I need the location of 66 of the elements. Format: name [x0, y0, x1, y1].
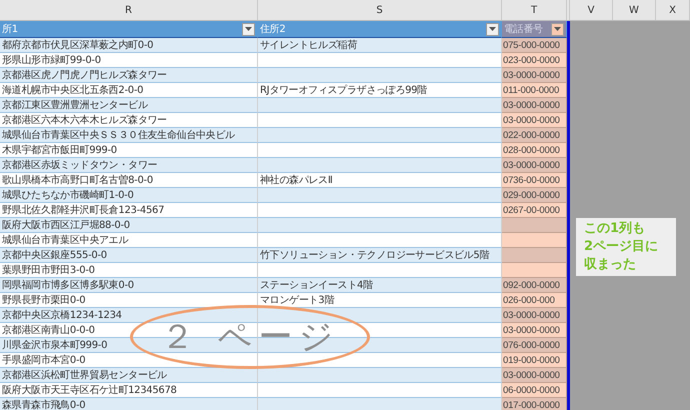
dropdown-arrow-icon — [554, 27, 561, 31]
table-cell: 歌山県橋本市高野口町名古曽8-0-0 — [0, 173, 258, 188]
table-cell — [502, 218, 567, 233]
dropdown-arrow-icon — [489, 27, 496, 31]
callout-text: この1列も — [584, 220, 646, 238]
table-cell: 森県青森市飛鳥0-0 — [0, 398, 258, 410]
table-cell: 神社の森パレスⅡ — [258, 173, 502, 188]
table-cell: 03-0000-0000 — [502, 308, 567, 323]
dropdown-arrow-icon — [245, 27, 252, 31]
filter-button[interactable] — [486, 22, 499, 36]
table-cell: 092-000-0000 — [502, 278, 567, 293]
table-cell: 03-0000-0000 — [502, 113, 567, 128]
table-cell: 京都中央区京橋1234-1234 — [0, 308, 258, 323]
table-cell: 03-0000-0000 — [502, 323, 567, 338]
table-cell: 026-000-000 — [502, 293, 567, 308]
table-cell: 城県仙台市青葉区中央ＳＳ３０住友生命仙台中央ビル — [0, 128, 258, 143]
table-cell: 京都江東区豊洲豊洲センタービル — [0, 98, 258, 113]
table-cell: マロンゲート3階 — [258, 293, 502, 308]
table-cell: 017-000-0000 — [502, 398, 567, 410]
table-cell: 岡県福岡市博多区博多駅東0-0 — [0, 278, 258, 293]
callout-text: 収まった — [584, 256, 637, 274]
table-cell: 京都中央区銀座555-0-0 — [0, 248, 258, 263]
table-cell: 葉県野田市野田3-0-0 — [0, 263, 258, 278]
table-cell: 03-0000-0000 — [502, 158, 567, 173]
table-cell: 023-000-0000 — [502, 53, 567, 68]
table-cell: 野県長野市栗田0-0 — [0, 293, 258, 308]
table-cell: 京都港区赤坂ミッドタウン・タワー — [0, 158, 258, 173]
table-cell: 03-0000-0000 — [502, 98, 567, 113]
callout-text: 2ページ目に — [584, 238, 660, 256]
table-cell — [502, 233, 567, 248]
table-cell: ステーションイースト4階 — [258, 278, 502, 293]
table-cell: RJタワーオフィスプラザさっぽろ99階 — [258, 83, 502, 98]
table-cell: 011-000-0000 — [502, 83, 567, 98]
header-label: 所1 — [2, 22, 18, 36]
table-cell: サイレントヒルズ稲荷 — [258, 38, 502, 53]
table-cell: 竹下ソリューション・テクノロジーサービスビル5階 — [258, 248, 502, 263]
table-cell: 075-000-0000 — [502, 38, 567, 53]
table-cell: 野県北佐久郡軽井沢町長倉123-4567 — [0, 203, 258, 218]
table-cell: 木県宇都宮市飯田町999-0 — [0, 143, 258, 158]
filter-button[interactable] — [242, 22, 255, 36]
filter-button[interactable] — [551, 22, 564, 36]
table-cell: 城県ひたちなか市磯崎町1-0-0 — [0, 188, 258, 203]
table-cell: 0736-00-0000 — [502, 173, 567, 188]
table-cell: 京都港区虎ノ門虎ノ門ヒルズ森タワー — [0, 68, 258, 83]
table-cell: 03-0000-0000 — [502, 68, 567, 83]
table-cell: 022-000-0000 — [502, 128, 567, 143]
table-cell: 阪府大阪市天王寺区石ケ辻町12345678 — [0, 383, 258, 398]
table-cell — [502, 248, 567, 263]
table-cell: 06-0000-0000 — [502, 383, 567, 398]
table-cell: 03-0000-0000 — [502, 368, 567, 383]
table-cell: 都府京都市伏見区深草薮之内町0-0 — [0, 38, 258, 53]
table-cell: 0267-00-0000 — [502, 203, 567, 218]
table-cell: 阪府大阪市西区江戸堀88-0-0 — [0, 218, 258, 233]
table-cell: 形県山形市緑町99-0-0 — [0, 53, 258, 68]
table-cell: 手県盛岡市本宮0-0 — [0, 353, 258, 368]
table-cell: 京都港区六本木六本木ヒルズ森タワー — [0, 113, 258, 128]
table-cell — [502, 263, 567, 278]
header-label: 住所2 — [260, 22, 286, 36]
table-cell: 海道札幌市中央区北五条西2-0-0 — [0, 83, 258, 98]
table-cell: 城県仙台市青葉区中央アエル — [0, 233, 258, 248]
table-cell: 029-000-0000 — [502, 188, 567, 203]
table-cell: 019-000-0000 — [502, 353, 567, 368]
table-cell: 076-000-0000 — [502, 338, 567, 353]
table-cell: 028-000-0000 — [502, 143, 567, 158]
header-label: 電話番号 — [504, 22, 543, 36]
table-cell: 京都港区浜松町世界貿易センタービル — [0, 368, 258, 383]
